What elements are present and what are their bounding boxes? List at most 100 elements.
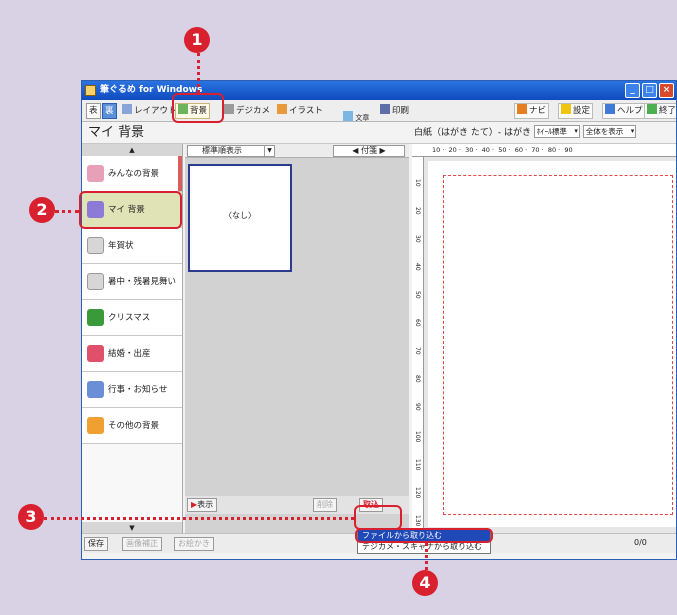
category-other[interactable]: その他の背景	[82, 408, 182, 444]
text-insert-button[interactable]: 文章 差し込み	[328, 103, 371, 130]
callout-line-3	[44, 517, 354, 520]
save-button[interactable]: 保存	[84, 537, 108, 551]
delete-button[interactable]: 削除	[313, 498, 337, 512]
chevron-down-icon: ▼	[264, 146, 274, 156]
category-label: 行事・お知らせ	[108, 385, 168, 395]
preview-canvas[interactable]	[424, 157, 676, 533]
show-label: 表示	[197, 500, 214, 509]
category-everyone[interactable]: みんなの背景	[82, 156, 182, 192]
camera-button[interactable]: デジカメ	[222, 103, 272, 119]
preview-header: 白紙（はがき たて）- はがき ﾎｲｰﾙ標準 全体を表示	[412, 122, 676, 144]
tag-filter-label: 付箋	[361, 146, 377, 155]
app-icon	[85, 85, 96, 96]
postcard-page[interactable]	[428, 161, 676, 527]
settings-label: 設定	[573, 106, 591, 116]
illust-button[interactable]: イラスト	[275, 103, 325, 119]
exit-button[interactable]: 終了	[644, 103, 676, 119]
front-tab[interactable]: 表	[86, 103, 101, 119]
callout-outline-3	[354, 505, 402, 530]
print-label: 印刷	[392, 106, 410, 116]
ruler-tick: 60	[414, 319, 421, 327]
print-button[interactable]: 印刷	[378, 103, 411, 119]
postcard-icon	[87, 273, 104, 290]
ruler-tick: 70	[414, 347, 421, 355]
ruler-tick: 30	[465, 146, 474, 154]
ruler-tick: 60	[514, 146, 524, 154]
category-summer[interactable]: 暑中・残暑見舞い	[82, 264, 182, 300]
category-label: その他の背景	[108, 421, 160, 431]
font-select[interactable]: ﾎｲｰﾙ標準	[533, 125, 580, 138]
thumbnail-toolbar: 標準順表示 ▼ ◀ 付箋 ▶	[185, 144, 409, 158]
illust-icon	[277, 104, 287, 114]
minimize-button[interactable]: _	[625, 83, 640, 98]
callout-badge-4: 4	[412, 570, 438, 596]
layout-icon	[122, 104, 132, 114]
ruler-tick: 20	[448, 146, 457, 154]
sort-select[interactable]: 標準順表示 ▼	[187, 145, 275, 157]
paint-button[interactable]: お絵かき	[174, 537, 214, 551]
text-insert-icon	[343, 111, 354, 121]
left-arrow-icon: ◀	[352, 146, 361, 155]
category-christmas[interactable]: クリスマス	[82, 300, 182, 336]
scroll-up-arrow[interactable]: ▲	[82, 144, 182, 156]
tree-icon	[87, 309, 104, 326]
camera-label: デジカメ	[236, 106, 271, 116]
ruler-tick: 110	[414, 459, 421, 471]
category-new-year[interactable]: 年賀状	[82, 228, 182, 264]
ruler-tick: 80	[547, 146, 557, 154]
ruler-tick: 30	[414, 235, 421, 243]
ruler-tick: 70	[531, 146, 540, 154]
illust-label: イラスト	[289, 106, 323, 116]
ruler-tick: 20	[414, 207, 421, 215]
ruler-tick: 40	[481, 146, 490, 154]
sort-label: 標準順表示	[202, 146, 242, 155]
category-marker	[178, 156, 182, 191]
ruler-tick: 40	[414, 263, 421, 271]
view-select[interactable]: 全体を表示	[582, 125, 637, 138]
maximize-button[interactable]: □	[642, 83, 657, 98]
ruler-tick: 90	[414, 403, 421, 411]
callout-line-4	[425, 543, 428, 570]
people-icon	[87, 165, 104, 182]
panel-title: マイ 背景	[82, 122, 412, 144]
ruler-tick: 50	[414, 291, 421, 299]
navi-button[interactable]: ナビ	[514, 103, 550, 119]
settings-icon	[561, 104, 571, 114]
camera-icon	[224, 104, 234, 114]
help-button[interactable]: ヘルプ	[602, 103, 646, 119]
ruler-left: 10 20 30 40 50 60 70 80 90 100 110 120 1…	[412, 157, 424, 533]
ruler-tick: 100	[414, 431, 421, 443]
image-fix-button[interactable]: 画像補正	[122, 537, 162, 551]
category-label: 暑中・残暑見舞い	[108, 277, 177, 287]
help-icon	[605, 104, 615, 114]
layout-button[interactable]: レイアウト	[120, 103, 179, 119]
ruler-tick: 120	[414, 487, 421, 499]
category-events[interactable]: 行事・お知らせ	[82, 372, 182, 408]
show-button[interactable]: ▶表示	[187, 498, 218, 512]
ruler-tick: 10	[432, 146, 441, 154]
event-icon	[87, 381, 104, 398]
back-tab[interactable]: 裏	[102, 103, 117, 119]
callout-badge-2: 2	[29, 197, 55, 223]
thumbnail-none[interactable]: 〈なし〉	[188, 164, 292, 272]
exit-icon	[647, 104, 657, 114]
ruler-tick: 90	[564, 146, 573, 154]
help-label: ヘルプ	[617, 106, 643, 116]
thumbnail-area: 標準順表示 ▼ ◀ 付箋 ▶ 〈なし〉	[185, 144, 409, 534]
app-window: 筆ぐるめ for Windows _ □ × 表 裏 レイアウト 背景 デジカメ…	[81, 80, 677, 560]
category-label: 年賀状	[108, 241, 134, 251]
ruler-tick: 50	[498, 146, 507, 154]
close-button[interactable]: ×	[659, 83, 674, 98]
settings-button[interactable]: 設定	[558, 103, 594, 119]
printer-icon	[380, 104, 390, 114]
category-wedding[interactable]: 結婚・出産	[82, 336, 182, 372]
ruler-top: 10 · 20 · 30 · 40 · 50 · 60 · 70 · 80 · …	[412, 144, 676, 157]
navi-icon	[517, 104, 527, 114]
category-label: 結婚・出産	[108, 349, 151, 359]
ruler-tick: 80	[414, 375, 421, 383]
callout-line-1	[197, 53, 200, 93]
page-counter: 0/0	[634, 538, 647, 547]
tag-filter[interactable]: ◀ 付箋 ▶	[333, 145, 405, 157]
callout-badge-1: 1	[184, 27, 210, 53]
preview-title: 白紙（はがき たて）- はがき	[414, 128, 531, 138]
